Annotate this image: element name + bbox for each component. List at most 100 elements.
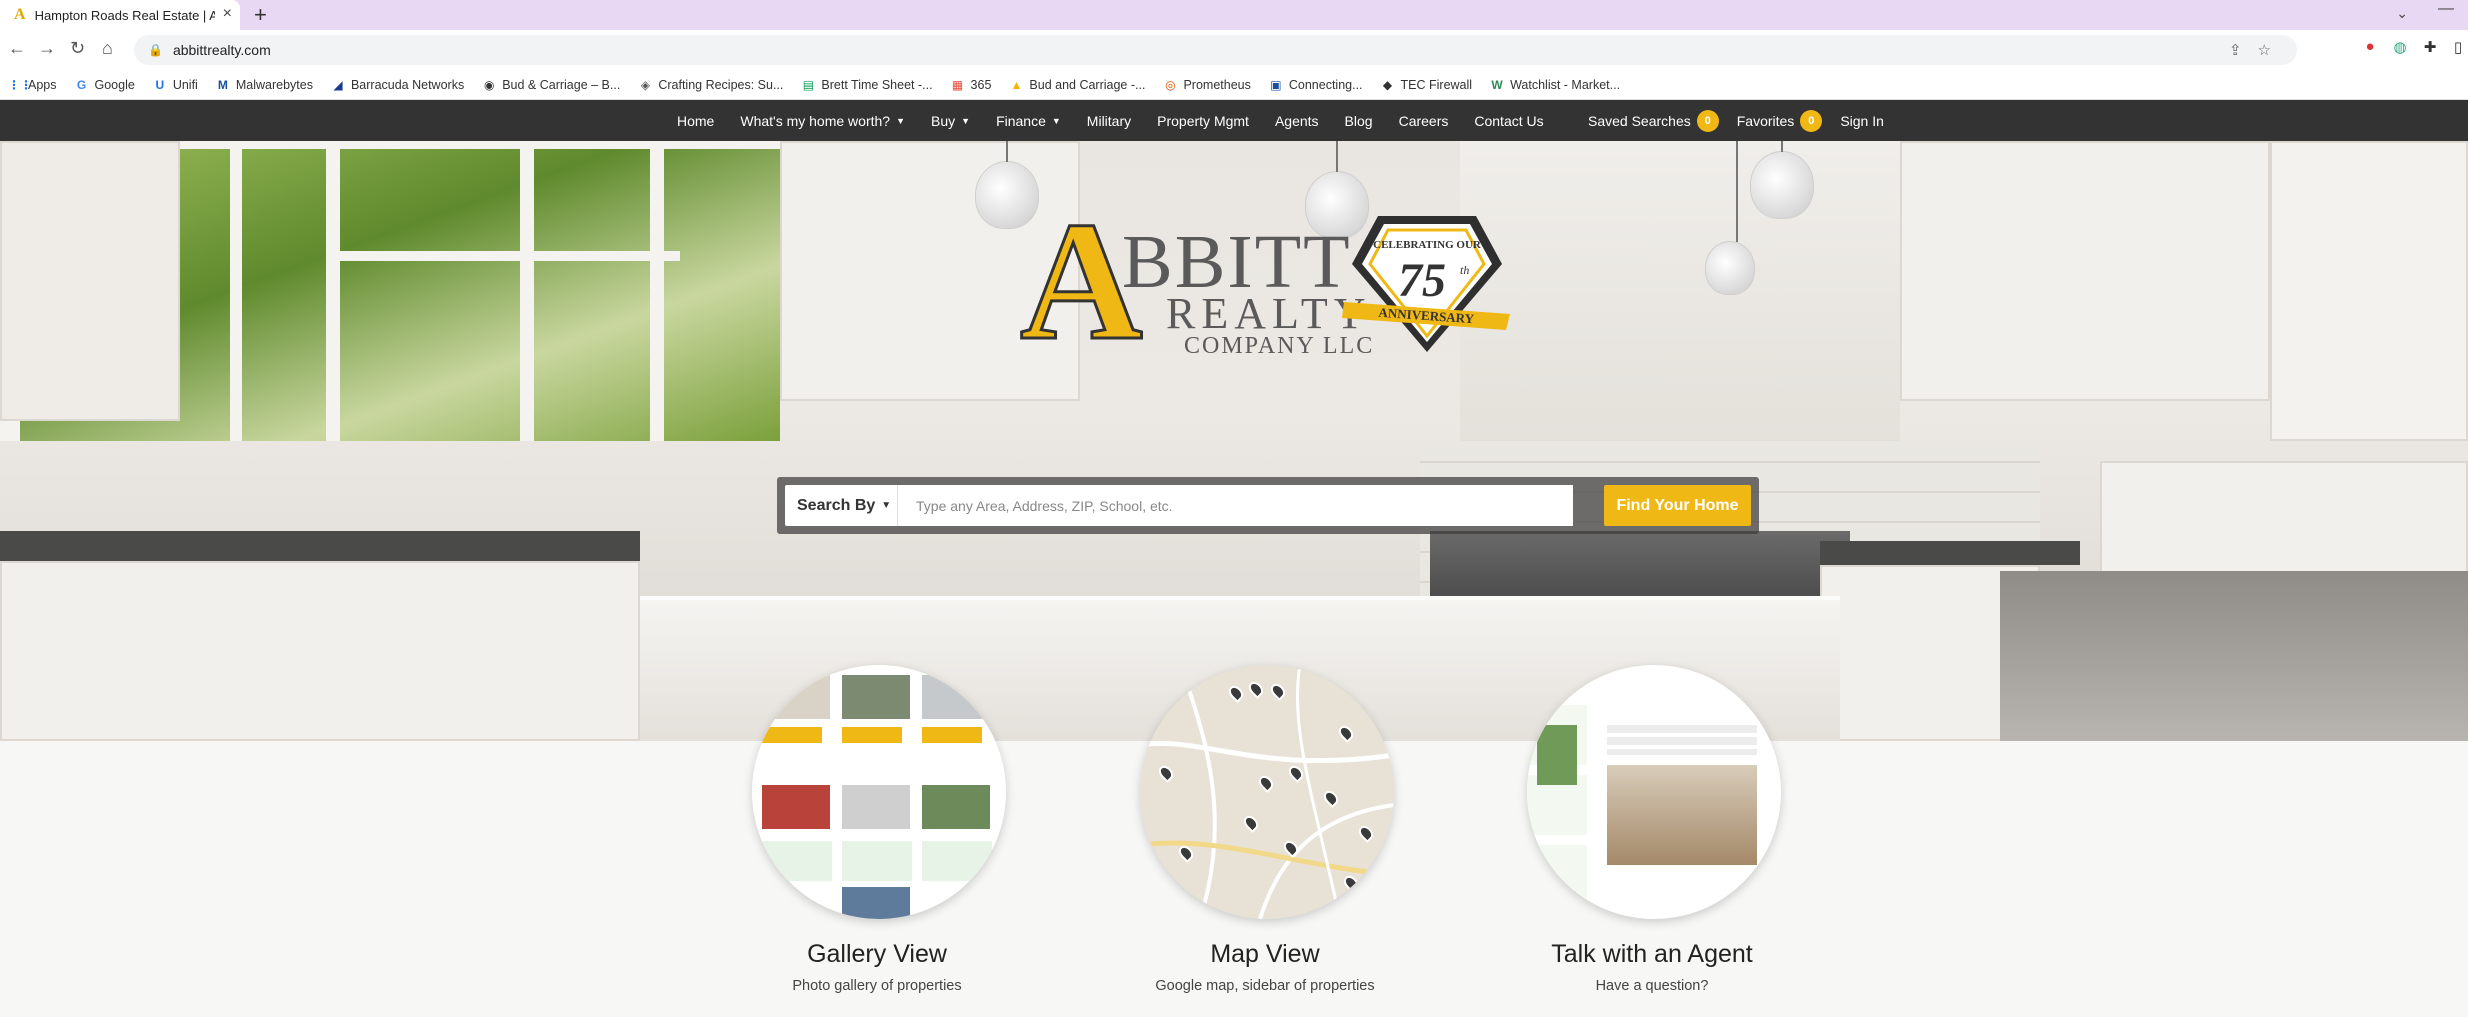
forward-arrow-icon[interactable]: → (38, 38, 56, 59)
bookmarks-bar: ⋮⋮ Apps G Google U Unifi M Malwarebytes ◢ Barracu… (0, 70, 2468, 100)
bookmark-item[interactable]: W Watchlist - Market... (1490, 78, 1620, 92)
hero-banner: A BBITT REALTY COMPANY LLC CELEBRATING O… (0, 141, 2468, 741)
feature-talk-with-agent[interactable]: Talk with an Agent Have a question? (1477, 665, 1781, 1015)
nav-link-agents[interactable]: Agents (1275, 113, 1319, 129)
nav-link-buy[interactable]: Buy ▼ (931, 113, 970, 129)
feature-subtitle: Google map, sidebar of properties (1155, 978, 1375, 994)
search-input[interactable] (897, 485, 1573, 526)
bookmark-label: Prometheus (1183, 77, 1251, 92)
bookmark-label: Crafting Recipes: Su... (658, 77, 784, 92)
bookmark-star-icon[interactable]: ☆ (2258, 42, 2287, 59)
extensions-puzzle-icon[interactable]: ✚ (2420, 38, 2440, 58)
anniversary-seal-icon: CELEBRATING OUR 75 th ANNIVERSARY (1342, 216, 1510, 352)
tab-search-chevron-icon[interactable]: ⌄ (2396, 5, 2408, 22)
nav-link-property-mgmt[interactable]: Property Mgmt (1157, 113, 1249, 129)
chevron-down-icon: ▼ (1051, 115, 1061, 126)
saved-searches-count-badge: 0 (1696, 109, 1719, 132)
bookmark-label: Bud & Carriage – B... (502, 77, 621, 92)
nav-link-label: Contact Us (1474, 112, 1544, 129)
nav-link-label: Home (677, 112, 715, 129)
nav-link-contact-us[interactable]: Contact Us (1474, 113, 1543, 129)
feature-title: Map View (1210, 940, 1320, 968)
saved-searches-link[interactable]: Saved Searches 0 (1588, 109, 1719, 132)
barracuda-icon: ◢ (333, 77, 343, 92)
tab-close-icon[interactable]: × (223, 5, 232, 23)
share-icon[interactable]: ⇪ (2229, 42, 2258, 59)
favorites-label: Favorites (1736, 112, 1795, 129)
seal-suffix-text: th (1460, 263, 1469, 277)
favorites-link[interactable]: Favorites 0 (1736, 109, 1823, 132)
bookmark-label: Watchlist - Market... (1510, 77, 1621, 92)
bookmark-label: Google (94, 77, 135, 92)
feature-gallery-view[interactable]: Gallery View Photo gallery of properties (702, 665, 1006, 1015)
drive-icon: ▲ (1010, 77, 1023, 92)
bookmark-item[interactable]: M Malwarebytes (216, 78, 313, 92)
bookmark-label: Brett Time Sheet -... (821, 77, 933, 92)
agent-view-image (1527, 665, 1781, 919)
gallery-view-image (752, 665, 1006, 919)
feature-title: Talk with an Agent (1551, 940, 1753, 968)
malwarebytes-icon: M (217, 77, 228, 92)
bookmark-label: TEC Firewall (1400, 77, 1473, 92)
feature-subtitle: Have a question? (1595, 978, 1709, 994)
bookmark-item[interactable]: ▣ Connecting... (1269, 77, 1363, 92)
new-tab-icon[interactable]: + (254, 2, 267, 28)
back-arrow-icon[interactable]: ← (8, 38, 26, 59)
nav-link-label: Finance (996, 112, 1046, 129)
bookmark-item[interactable]: ▦ 365 (951, 78, 992, 92)
bookmark-item[interactable]: ▤ Brett Time Sheet -... (801, 77, 933, 92)
microsoft-icon: ▦ (951, 77, 964, 92)
bookmark-item[interactable]: ◎ Prometheus (1163, 77, 1251, 92)
nav-link-label: Property Mgmt (1157, 112, 1249, 129)
browser-tab-active[interactable]: A Hampton Roads Real Estate | Abbitt × (0, 0, 240, 30)
bookmark-label: Connecting... (1288, 77, 1363, 92)
address-bar[interactable]: 🔒 abbittrealty.com ⇪☆ (134, 35, 2297, 65)
google-icon: G (76, 77, 87, 92)
nav-link-what-s-my-home-worth[interactable]: What's my home worth? ▼ (740, 113, 905, 129)
seal-top-text: CELEBRATING OUR (1373, 239, 1482, 251)
abbitt-realty-logo[interactable]: A BBITT REALTY COMPANY LLC CELEBRATING O… (1019, 195, 1510, 376)
bookmark-label: Barracuda Networks (350, 77, 465, 92)
nav-link-label: Agents (1274, 112, 1319, 129)
reload-icon[interactable]: ↻ (70, 38, 85, 59)
crafting-icon: ◈ (640, 77, 650, 92)
sheet-icon: ▤ (802, 77, 815, 92)
url-text: abbittrealty.com (172, 42, 271, 58)
site-navbar: Home What's my home worth? ▼ Buy ▼ Finance ▼ Mi… (0, 100, 2468, 141)
search-by-dropdown[interactable]: Search By ▼ (785, 485, 897, 526)
apps-grid-icon: ⋮⋮ (8, 77, 32, 92)
bookmark-item[interactable]: ◈ Crafting Recipes: Su... (638, 77, 784, 92)
extension-green-icon[interactable]: ◍ (2390, 38, 2410, 58)
nav-link-military[interactable]: Military (1087, 113, 1131, 129)
lock-icon: 🔒 (148, 43, 163, 57)
bookmark-label: Bud and Carriage -... (1029, 77, 1146, 92)
window-minimize-icon[interactable]: — (2438, 0, 2454, 18)
extension-red-icon[interactable]: ● (2360, 38, 2380, 58)
bookmark-item[interactable]: ◆ TEC Firewall (1381, 77, 1473, 92)
bookmark-item[interactable]: ▲ Bud and Carriage -... (1009, 78, 1145, 92)
bookmark-label: Malwarebytes (235, 77, 313, 92)
nav-link-label: Blog (1344, 112, 1373, 129)
find-your-home-button[interactable]: Find Your Home (1604, 485, 1751, 526)
bookmark-item[interactable]: ⋮⋮ Apps (8, 78, 57, 92)
sign-in-link[interactable]: Sign In (1840, 113, 1884, 129)
search-by-label: Search By (797, 496, 876, 514)
home-icon[interactable]: ⌂ (102, 38, 113, 59)
side-panel-icon[interactable]: ▯ (2448, 38, 2468, 58)
nav-link-home[interactable]: Home (677, 113, 714, 129)
feature-map-view[interactable]: Map View Google map, sidebar of properti… (1090, 665, 1394, 1015)
bookmark-item[interactable]: ◢ Barracuda Networks (331, 78, 464, 92)
nav-link-finance[interactable]: Finance ▼ (996, 113, 1061, 129)
bookmark-label: 365 (970, 77, 992, 92)
nav-link-careers[interactable]: Careers (1399, 113, 1449, 129)
bookmark-item[interactable]: U Unifi (153, 78, 197, 92)
seal-number-text: 75 (1398, 254, 1446, 307)
nav-link-blog[interactable]: Blog (1345, 113, 1373, 129)
bookmark-item[interactable]: G Google (75, 78, 135, 92)
property-search-bar: Search By ▼ Find Your Home (777, 477, 1759, 534)
bookmark-item[interactable]: ◉ Bud & Carriage – B... (482, 78, 620, 92)
range-hood-image (1460, 141, 1900, 441)
nav-links: Home What's my home worth? ▼ Buy ▼ Finance ▼ Mi… (677, 100, 1570, 141)
prometheus-icon: ◎ (1165, 77, 1176, 92)
logo-realty: REALTY (1166, 289, 1372, 338)
